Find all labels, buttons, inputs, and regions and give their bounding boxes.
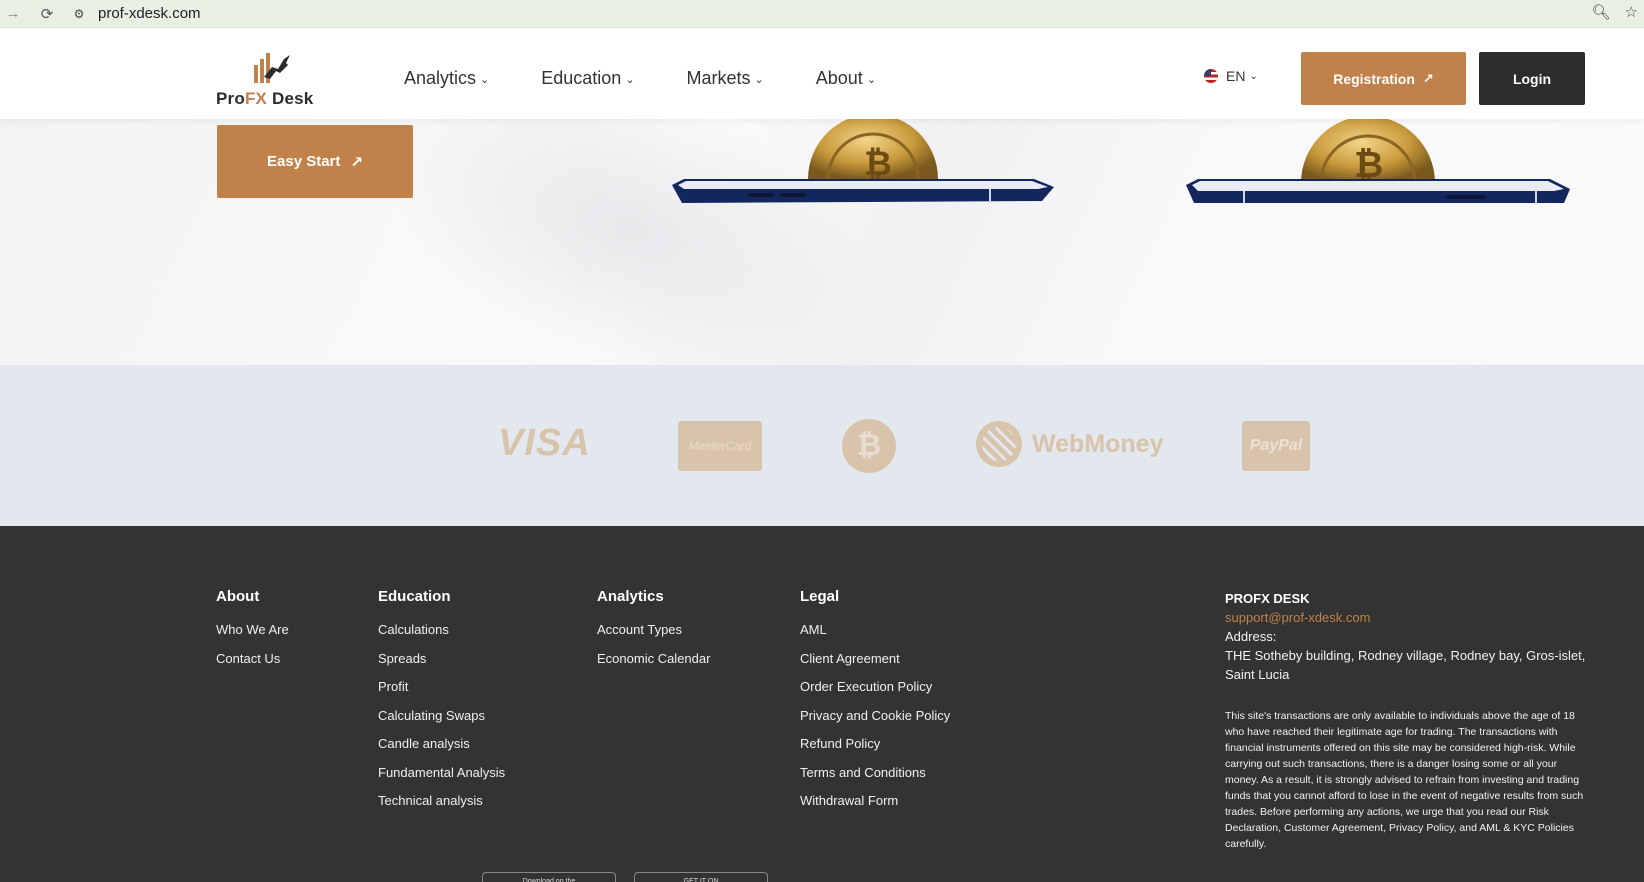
footer-link[interactable]: Calculations (378, 622, 505, 637)
footer-link[interactable]: Account Types (597, 622, 710, 637)
footer-link[interactable]: Withdrawal Form (800, 793, 950, 808)
bookmark-star-icon[interactable]: ☆ (1625, 3, 1638, 21)
registration-label: Registration (1333, 70, 1415, 87)
footer-heading: Education (378, 588, 451, 605)
login-label: Login (1512, 70, 1552, 87)
company-address: THE Sotheby building, Rodney village, Ro… (1225, 648, 1586, 682)
language-selector[interactable]: EN ⌄ (1204, 68, 1258, 84)
payment-methods-band: VISA MasterCard ₿ WebMoney PayPal (0, 365, 1644, 526)
footer-link[interactable]: Who We Are (216, 622, 289, 637)
visa-logo: VISA (498, 422, 591, 464)
browser-toolbar: → ⟳ ⚙ prof-xdesk.com 🔍︎ ☆ (0, 0, 1644, 28)
logo-text: ProFX Desk (216, 89, 313, 109)
company-name: PROFX DESK (1225, 591, 1310, 606)
zoom-icon[interactable]: 🔍︎ (1592, 3, 1611, 21)
footer-link[interactable]: Terms and Conditions (800, 765, 950, 780)
chevron-down-icon: ⌄ (1249, 70, 1258, 82)
address-bar[interactable]: ⚙ prof-xdesk.com (70, 1, 201, 27)
footer-link[interactable]: Spreads (378, 651, 505, 666)
footer-column-education: Education Calculations Spreads Profit Ca… (378, 588, 505, 822)
site-logo[interactable]: ProFX Desk (216, 51, 326, 109)
main-nav: Analytics ⌄ Education ⌄ Markets ⌄ About ⌄ (404, 38, 928, 119)
phone-bitcoin-image: ₿ (1186, 119, 1570, 203)
footer-link[interactable]: AML (800, 622, 950, 637)
svg-text:₿: ₿ (864, 145, 892, 183)
footer-link[interactable]: Order Execution Policy (800, 679, 950, 694)
company-info: PROFX DESK support@prof-xdesk.com Addres… (1225, 589, 1590, 852)
language-label: EN (1226, 68, 1246, 84)
nav-analytics-label: Analytics (404, 68, 477, 88)
phone-bitcoin-image: ₿ (672, 119, 1054, 203)
footer-heading: Legal (800, 588, 840, 605)
mastercard-logo: MasterCard (678, 421, 762, 471)
arrow-up-right-icon: ↗ (1422, 70, 1434, 86)
chevron-down-icon: ⌄ (625, 74, 635, 86)
svg-text:₿: ₿ (1354, 144, 1383, 185)
arrow-up-right-icon: ↗ (350, 153, 363, 171)
logo-desk: Desk (267, 89, 314, 108)
footer-link[interactable]: Refund Policy (800, 736, 950, 751)
nav-about[interactable]: About ⌄ (816, 68, 876, 89)
app-store-badge[interactable]: Download on the (482, 872, 616, 882)
footer-column-legal: Legal AML Client Agreement Order Executi… (800, 588, 950, 822)
logo-fx: FX (244, 89, 268, 108)
footer-link[interactable]: Contact Us (216, 651, 289, 666)
footer-link[interactable]: Calculating Swaps (378, 708, 505, 723)
nav-education[interactable]: Education ⌄ (541, 68, 634, 89)
webmoney-logo: WebMoney (976, 421, 1164, 467)
site-footer: About Who We Are Contact Us Education Ca… (0, 526, 1644, 882)
nav-analytics[interactable]: Analytics ⌄ (404, 68, 489, 89)
paypal-logo: PayPal (1242, 421, 1310, 471)
back-arrow-icon[interactable]: → (2, 3, 24, 25)
nav-about-label: About (815, 68, 863, 88)
site-settings-icon[interactable]: ⚙ (70, 5, 88, 23)
hero-section: Easy Start ↗ ₿ ₿ (0, 119, 1644, 365)
footer-link[interactable]: Technical analysis (378, 793, 505, 808)
footer-link[interactable]: Profit (378, 679, 505, 694)
footer-heading: Analytics (597, 588, 664, 605)
logo-pro: Pro (216, 89, 245, 108)
footer-link[interactable]: Economic Calendar (597, 651, 710, 666)
easy-start-label: Easy Start (267, 153, 341, 170)
footer-column-analytics: Analytics Account Types Economic Calenda… (597, 588, 710, 679)
site-header: ProFX Desk Analytics ⌄ Education ⌄ Markets… (0, 38, 1644, 119)
nav-markets-label: Markets (686, 68, 751, 88)
google-play-badge[interactable]: GET IT ON (634, 872, 768, 882)
bull-logo-icon (254, 53, 290, 83)
footer-link[interactable]: Candle analysis (378, 736, 505, 751)
footer-link[interactable]: Fundamental Analysis (378, 765, 505, 780)
registration-button[interactable]: Registration ↗ (1301, 52, 1466, 105)
app-store-badges: Download on the GET IT ON (482, 872, 768, 882)
url-text: prof-xdesk.com (98, 5, 201, 22)
chevron-down-icon: ⌄ (754, 74, 764, 86)
footer-link[interactable]: Client Agreement (800, 651, 950, 666)
nav-markets[interactable]: Markets ⌄ (687, 68, 764, 89)
easy-start-button[interactable]: Easy Start ↗ (217, 125, 413, 198)
support-email-link[interactable]: support@prof-xdesk.com (1225, 608, 1590, 627)
chevron-down-icon: ⌄ (480, 74, 490, 86)
chevron-down-icon: ⌄ (866, 74, 877, 86)
reload-icon[interactable]: ⟳ (36, 3, 58, 25)
us-flag-icon (1204, 69, 1218, 83)
footer-heading: About (216, 588, 260, 605)
footer-link[interactable]: Privacy and Cookie Policy (800, 708, 950, 723)
footer-column-about: About Who We Are Contact Us (216, 588, 289, 679)
risk-disclaimer: This site's transactions are only availa… (1225, 710, 1584, 850)
address-label: Address: (1225, 629, 1277, 644)
login-button[interactable]: Login (1479, 52, 1585, 105)
bitcoin-logo: ₿ (842, 419, 896, 473)
webmoney-text: WebMoney (1032, 429, 1164, 458)
nav-education-label: Education (541, 68, 622, 88)
webmoney-globe-icon (976, 421, 1022, 467)
browser-actions: 🔍︎ ☆ (1592, 3, 1639, 21)
